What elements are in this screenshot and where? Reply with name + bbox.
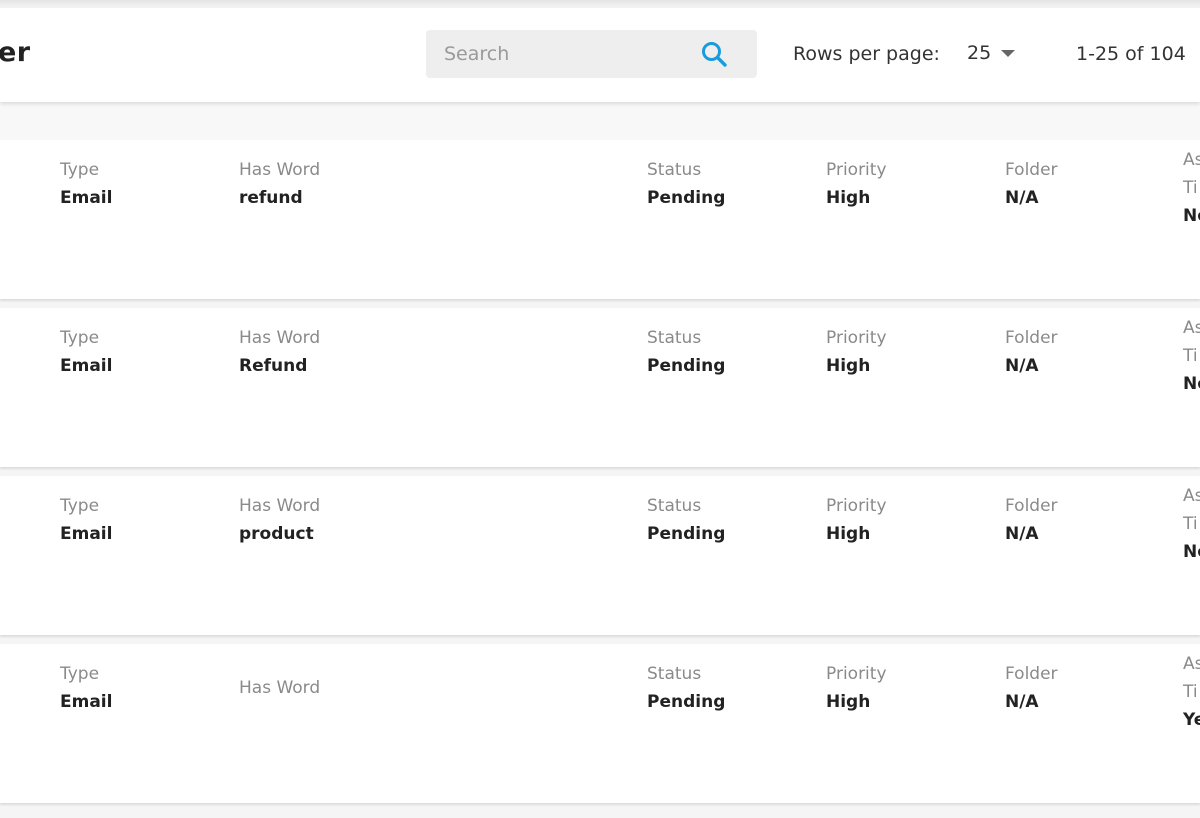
folder-value: N/A: [1005, 692, 1039, 712]
rule-card[interactable]: Type Email Has Word product Status Pendi…: [0, 476, 1200, 635]
assign-label-line1: As: [1183, 318, 1200, 338]
status-field: Status Pending: [647, 495, 725, 546]
type-label: Type: [60, 160, 100, 180]
assign-label-line1: As: [1183, 150, 1200, 170]
assign-label-line2: Ti: [1183, 346, 1198, 366]
priority-label: Priority: [826, 664, 887, 684]
type-field: Type Email: [60, 495, 112, 546]
assign-value: No: [1183, 542, 1200, 562]
has-word-value: product: [239, 524, 314, 544]
folder-field: Folder N/A: [1005, 327, 1058, 378]
folder-label: Folder: [1005, 496, 1058, 516]
rows-per-page-select[interactable]: 25: [956, 36, 1026, 72]
rule-list: Type Email Has Word refund Status Pendin…: [0, 140, 1200, 812]
priority-field: Priority High: [826, 495, 887, 546]
priority-field: Priority High: [826, 159, 887, 210]
type-label: Type: [60, 496, 100, 516]
rules-page: er Rows per page: 25 1-25 of 104 Type Em…: [0, 0, 1200, 818]
priority-label: Priority: [826, 160, 887, 180]
folder-label: Folder: [1005, 664, 1058, 684]
status-label: Status: [647, 328, 702, 348]
has-word-field: Has Word product: [239, 495, 320, 546]
assign-ticket-field: As Ti No: [1183, 146, 1200, 230]
page-title: er: [0, 37, 31, 68]
assign-ticket-field: As Ti No: [1183, 482, 1200, 566]
has-word-field: Has Word Refund: [239, 327, 320, 378]
status-value: Pending: [647, 356, 726, 376]
status-field: Status Pending: [647, 159, 725, 210]
assign-value: No: [1183, 206, 1200, 226]
assign-label-line1: As: [1183, 486, 1200, 506]
folder-field: Folder N/A: [1005, 159, 1058, 210]
priority-label: Priority: [826, 496, 887, 516]
type-field: Type Email: [60, 327, 112, 378]
priority-value: High: [826, 356, 871, 376]
type-field: Type Email: [60, 159, 112, 210]
status-label: Status: [647, 160, 702, 180]
folder-field: Folder N/A: [1005, 495, 1058, 546]
assign-label-line1: As: [1183, 654, 1200, 674]
type-value: Email: [60, 692, 113, 712]
search-icon[interactable]: [700, 40, 728, 68]
has-word-label: Has Word: [239, 496, 321, 516]
search-input[interactable]: [444, 30, 694, 78]
type-field: Type Email: [60, 663, 112, 714]
folder-field: Folder N/A: [1005, 663, 1058, 714]
type-value: Email: [60, 356, 113, 376]
rows-per-page-value: 25: [967, 42, 992, 64]
folder-value: N/A: [1005, 356, 1039, 376]
status-label: Status: [647, 496, 702, 516]
status-value: Pending: [647, 188, 726, 208]
folder-value: N/A: [1005, 188, 1039, 208]
has-word-field: Has Word refund: [239, 159, 320, 210]
status-field: Status Pending: [647, 327, 725, 378]
type-value: Email: [60, 524, 113, 544]
has-word-label: Has Word: [239, 160, 321, 180]
chevron-down-icon: [1001, 50, 1015, 57]
status-value: Pending: [647, 524, 726, 544]
has-word-value: Refund: [239, 356, 308, 376]
rows-per-page-label: Rows per page:: [793, 43, 940, 65]
assign-label-line2: Ti: [1183, 178, 1198, 198]
pagination-range: 1-25 of 104: [1076, 43, 1186, 65]
has-word-label: Has Word: [239, 678, 321, 698]
type-label: Type: [60, 328, 100, 348]
rule-card[interactable]: Type Email Has Word Status Pending Prior…: [0, 644, 1200, 803]
status-field: Status Pending: [647, 663, 725, 714]
priority-field: Priority High: [826, 663, 887, 714]
assign-label-line2: Ti: [1183, 682, 1198, 702]
status-label: Status: [647, 664, 702, 684]
status-value: Pending: [647, 692, 726, 712]
top-shadow: [0, 0, 1200, 8]
folder-label: Folder: [1005, 328, 1058, 348]
folder-value: N/A: [1005, 524, 1039, 544]
priority-field: Priority High: [826, 327, 887, 378]
list-subheader: [0, 102, 1200, 141]
rule-card[interactable]: Type Email Has Word refund Status Pendin…: [0, 140, 1200, 299]
assign-label-line2: Ti: [1183, 514, 1198, 534]
folder-label: Folder: [1005, 160, 1058, 180]
priority-value: High: [826, 524, 871, 544]
assign-ticket-field: As Ti No: [1183, 314, 1200, 398]
type-label: Type: [60, 664, 100, 684]
header-bar: er Rows per page: 25 1-25 of 104: [0, 8, 1200, 102]
priority-value: High: [826, 692, 871, 712]
has-word-value: refund: [239, 188, 303, 208]
priority-value: High: [826, 188, 871, 208]
priority-label: Priority: [826, 328, 887, 348]
has-word-field: Has Word: [239, 663, 320, 699]
type-value: Email: [60, 188, 113, 208]
rule-card[interactable]: Type Email Has Word Refund Status Pendin…: [0, 308, 1200, 467]
assign-value: No: [1183, 374, 1200, 394]
has-word-label: Has Word: [239, 328, 321, 348]
assign-value: Ye: [1183, 710, 1200, 730]
search-box[interactable]: [426, 30, 757, 78]
assign-ticket-field: As Ti Ye: [1183, 650, 1200, 734]
